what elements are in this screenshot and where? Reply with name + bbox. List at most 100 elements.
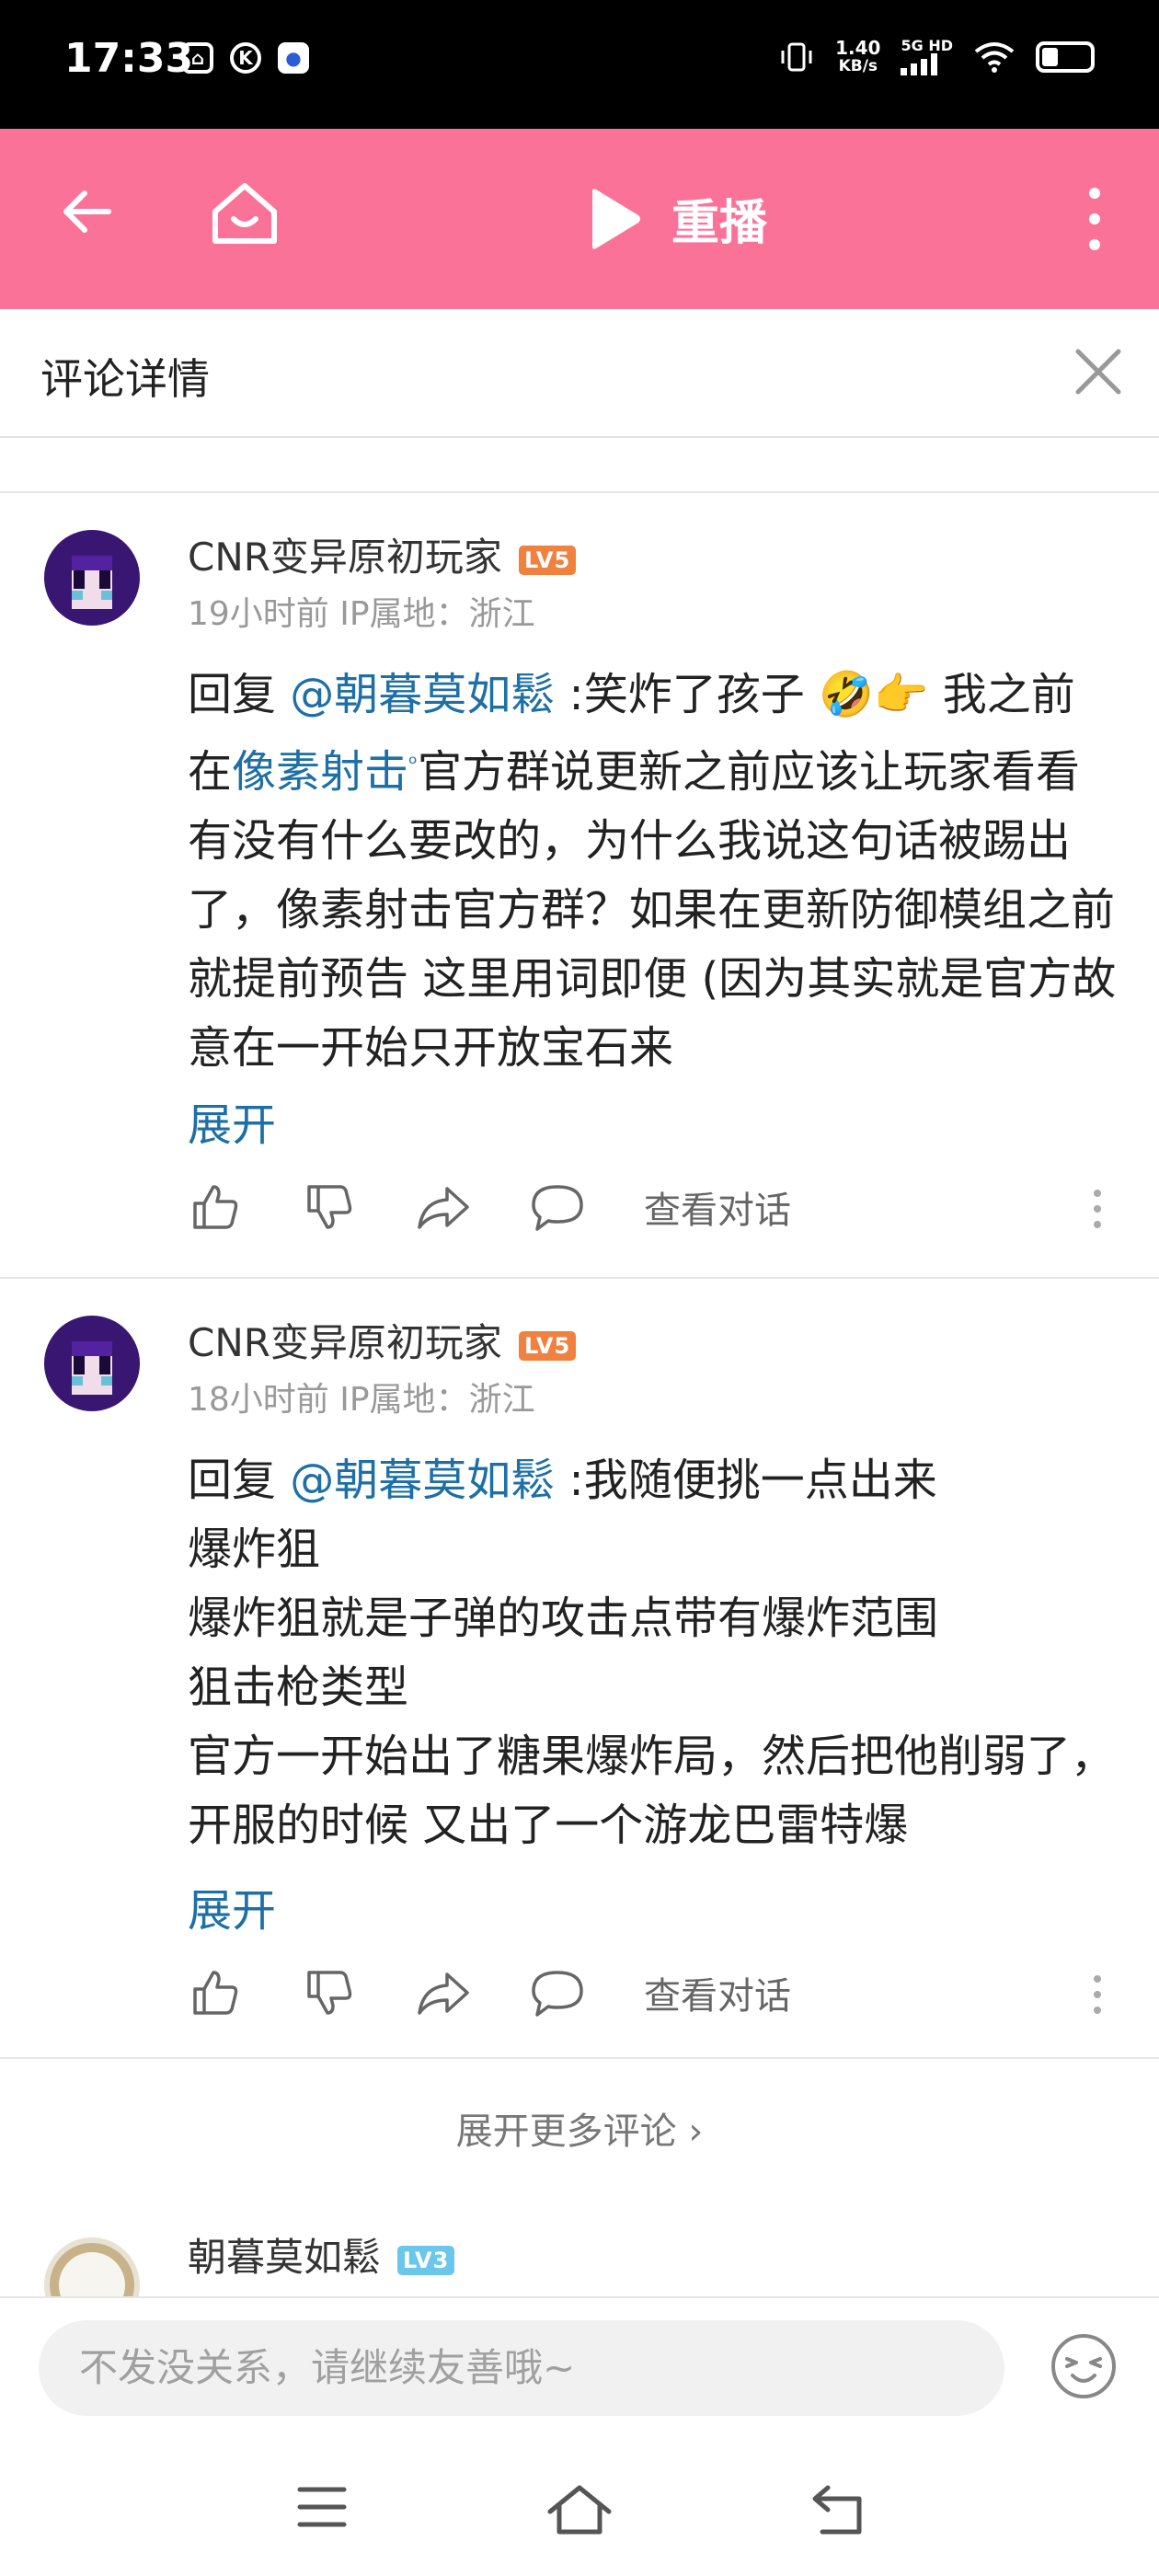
level-badge: LV3 (397, 2245, 455, 2275)
comment-more-button[interactable] (1093, 1189, 1102, 1233)
like-button[interactable] (188, 1965, 243, 2020)
back-icon (812, 2485, 862, 2535)
comment-more-button[interactable] (1093, 1974, 1102, 2018)
comment-actions: 查看对话 (188, 1179, 791, 1235)
comment-text: 官方一开始出了糖果爆炸局，然后把他削弱了，开服的时候 又出了一个游龙巴雷特爆 (188, 1731, 1116, 1851)
comment-text: 狙击枪类型 (188, 1662, 409, 1713)
replay-button[interactable]: 重播 (585, 184, 767, 253)
network-speed: 1.40 KB/s (835, 39, 880, 75)
tv-icon: ⌂ (182, 42, 213, 74)
dislike-button[interactable] (302, 1179, 357, 1235)
avatar[interactable] (44, 1316, 140, 1411)
username-text: 朝暮莫如鬆 (188, 2235, 382, 2280)
share-arrow-icon (418, 1972, 469, 2015)
thumbs-up-icon (193, 1185, 238, 1229)
username[interactable]: CNR变异原初玩家 LV5 (188, 1312, 577, 1368)
paw-app-icon: ● (278, 42, 309, 74)
cell-signal: 5G HD (901, 39, 953, 75)
k-icon: K (230, 42, 261, 74)
menu-nav-button[interactable] (296, 2484, 348, 2534)
battery-icon (1036, 41, 1095, 73)
view-conversation-link[interactable]: 查看对话 (644, 1180, 791, 1234)
comment-actions: 查看对话 (188, 1965, 791, 2020)
reply-button[interactable] (530, 1179, 585, 1235)
comment-input[interactable]: 不发没关系，请继续友善哦~ (39, 2320, 1004, 2416)
vibrate-icon (781, 42, 812, 72)
comment-item: CNR变异原初玩家 LV5 19小时前 IP属地：浙江 回复 @朝暮莫如鬆 :笑炸… (0, 493, 1159, 1277)
wifi-icon (974, 42, 1015, 73)
reply-prefix: 回复 (188, 1455, 291, 1506)
speed-unit: KB/s (838, 57, 878, 75)
menu-icon (297, 2487, 347, 2527)
reply-prefix: 回复 (188, 669, 291, 720)
home-nav-button[interactable] (546, 2484, 613, 2539)
level-badge: LV5 (518, 1330, 577, 1361)
back-nav-button[interactable] (809, 2484, 865, 2539)
speed-value: 1.40 (835, 37, 881, 59)
divider (0, 2057, 1159, 2059)
home-button[interactable] (208, 177, 281, 254)
status-time: 17:33 (64, 35, 194, 82)
mention-link[interactable]: @朝暮莫如鬆 (290, 1455, 555, 1506)
arrow-left-icon (63, 190, 111, 233)
more-options-button[interactable] (1087, 186, 1102, 256)
comment-meta: 18小时前 IP属地：浙江 (188, 1381, 535, 1419)
clock-icon (59, 2252, 125, 2296)
search-keyword-text: 像素射击 (232, 746, 409, 798)
comment-meta: 19小时前 IP属地：浙江 (188, 595, 535, 633)
comment-text: 爆炸狙 (188, 1524, 321, 1575)
username-text: CNR变异原初玩家 (188, 1320, 502, 1365)
thumbs-up-icon (193, 1971, 238, 2015)
thumbs-down-icon (307, 1185, 352, 1229)
expand-more-comments-button[interactable]: 展开更多评论 › (0, 2101, 1159, 2155)
expand-link[interactable]: 展开 (188, 1088, 276, 1153)
mention-link[interactable]: @朝暮莫如鬆 (290, 669, 555, 720)
tv-home-icon (212, 183, 277, 244)
comment-text: 爆炸狙就是子弹的攻击点带有爆炸范围 (188, 1593, 939, 1644)
username[interactable]: CNR变异原初玩家 LV5 (188, 526, 577, 582)
reply-button[interactable] (530, 1965, 585, 2020)
avatar[interactable] (44, 2237, 140, 2296)
vertical-dots-icon (1089, 188, 1100, 250)
view-conversation-link[interactable]: 查看对话 (644, 1966, 791, 2019)
speech-bubble-icon (532, 1185, 583, 1231)
replay-label: 重播 (671, 196, 768, 251)
emoji-face-icon (1051, 2334, 1116, 2398)
top-app-bar: 重播 (0, 129, 1159, 309)
status-right: 1.40 KB/s 5G HD (778, 39, 1095, 75)
search-keyword-link[interactable]: 像素射击ᵒ (232, 746, 418, 798)
status-bar: 17:33 ⌂ K ● 1.40 KB/s 5G HD (0, 0, 1159, 129)
comment-detail-header: 评论详情 (0, 309, 1159, 438)
dislike-button[interactable] (302, 1965, 357, 2020)
expand-link[interactable]: 展开 (188, 1874, 276, 1938)
comment-text: :我随便挑一点出来 (555, 1455, 937, 1506)
vertical-dots-icon (1094, 1975, 1101, 2014)
panel-title: 评论详情 (40, 354, 210, 404)
network-type: 5G HD (901, 37, 953, 54)
username[interactable]: 朝暮莫如鬆 LV3 (188, 2226, 455, 2283)
home-icon (547, 2485, 612, 2535)
avatar[interactable] (44, 530, 140, 626)
like-button[interactable] (188, 1179, 243, 1235)
emoji-button[interactable] (1049, 2331, 1119, 2405)
close-icon (1075, 349, 1121, 395)
notification-icons: ⌂ K ● (182, 42, 309, 74)
username-text: CNR变异原初玩家 (188, 535, 502, 580)
back-button[interactable] (57, 182, 116, 245)
comment-body: 回复 @朝暮莫如鬆 :我随便挑一点出来 爆炸狙 爆炸狙就是子弹的攻击点带有爆炸范… (188, 1446, 1117, 1860)
comment-input-bar: 不发没关系，请继续友善哦~ (0, 2296, 1159, 2444)
thumbs-down-icon (307, 1971, 352, 2015)
vertical-dots-icon (1094, 1190, 1101, 1228)
play-icon (592, 188, 640, 249)
share-button[interactable] (416, 1179, 471, 1235)
close-button[interactable] (1073, 346, 1124, 401)
speech-bubble-icon (532, 1971, 583, 2017)
share-button[interactable] (416, 1965, 471, 2020)
search-icon: ᵒ (408, 751, 418, 776)
comment-body: 回复 @朝暮莫如鬆 :笑炸了孩子 🤣👉 我之前在像素射击ᵒ官方群说更新之前应该让… (188, 661, 1117, 1083)
level-badge: LV5 (518, 545, 577, 575)
system-nav-bar (0, 2444, 1159, 2576)
comment-item: CNR变异原初玩家 LV5 18小时前 IP属地：浙江 回复 @朝暮莫如鬆 :我随… (0, 1279, 1159, 2057)
comment-item: 朝暮莫如鬆 LV3 (0, 2226, 1159, 2296)
share-arrow-icon (418, 1187, 469, 1229)
